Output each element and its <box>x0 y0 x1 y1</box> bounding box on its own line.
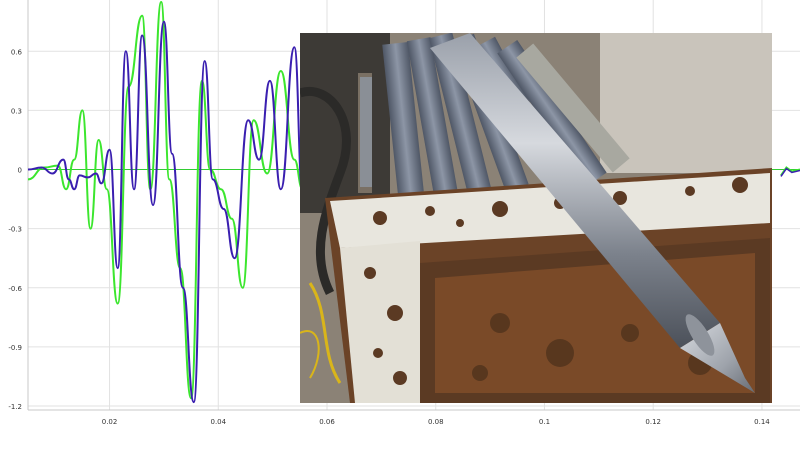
y-tick-label: -1.2 <box>8 403 22 411</box>
series-line <box>27 0 304 400</box>
rusty-frame <box>325 168 772 403</box>
y-tick-label: 0 <box>18 167 22 175</box>
x-tick-label: 0.12 <box>645 418 661 426</box>
x-tick-label: 0.14 <box>754 418 770 426</box>
x-tick-label: 0.02 <box>102 418 118 426</box>
x-axis-ticks: 0.02 0.04 0.06 0.08 0.1 0.12 0.14 <box>102 418 771 426</box>
x-tick-label: 0.1 <box>539 418 550 426</box>
y-tick-label: 0.3 <box>11 107 22 115</box>
x-tick-label: 0.04 <box>210 418 226 426</box>
y-tick-label: -0.9 <box>8 344 22 352</box>
figure-stage: 0.6 0.3 0 -0.3 -0.6 -0.9 -1.2 0.02 0.04 0.06 0.08… <box>0 0 800 450</box>
x-tick-label: 0.08 <box>428 418 444 426</box>
y-tick-label: 0.6 <box>11 48 23 56</box>
pipe-photo <box>300 33 772 403</box>
x-tick-label: 0.06 <box>319 418 335 426</box>
y-tick-label: -0.6 <box>8 285 22 293</box>
y-tick-label: -0.3 <box>8 226 22 234</box>
y-axis-ticks: 0.6 0.3 0 -0.3 -0.6 -0.9 -1.2 <box>8 48 22 411</box>
pipe-photo-illustration <box>300 33 772 403</box>
